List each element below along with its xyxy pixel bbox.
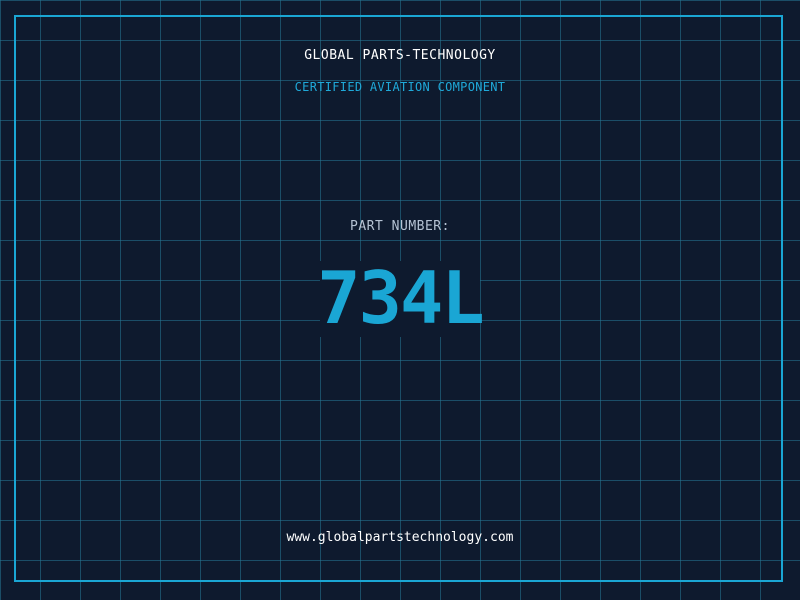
label-canvas: GLOBAL PARTS-TECHNOLOGY CERTIFIED AVIATI…: [0, 0, 800, 600]
company-name: GLOBAL PARTS-TECHNOLOGY: [304, 48, 496, 63]
part-number-label: PART NUMBER:: [350, 219, 450, 234]
part-number-value: 734L: [317, 256, 484, 340]
certification-subtitle: CERTIFIED AVIATION COMPONENT: [294, 80, 506, 94]
website-link[interactable]: www.globalpartstechnology.com: [0, 530, 800, 545]
